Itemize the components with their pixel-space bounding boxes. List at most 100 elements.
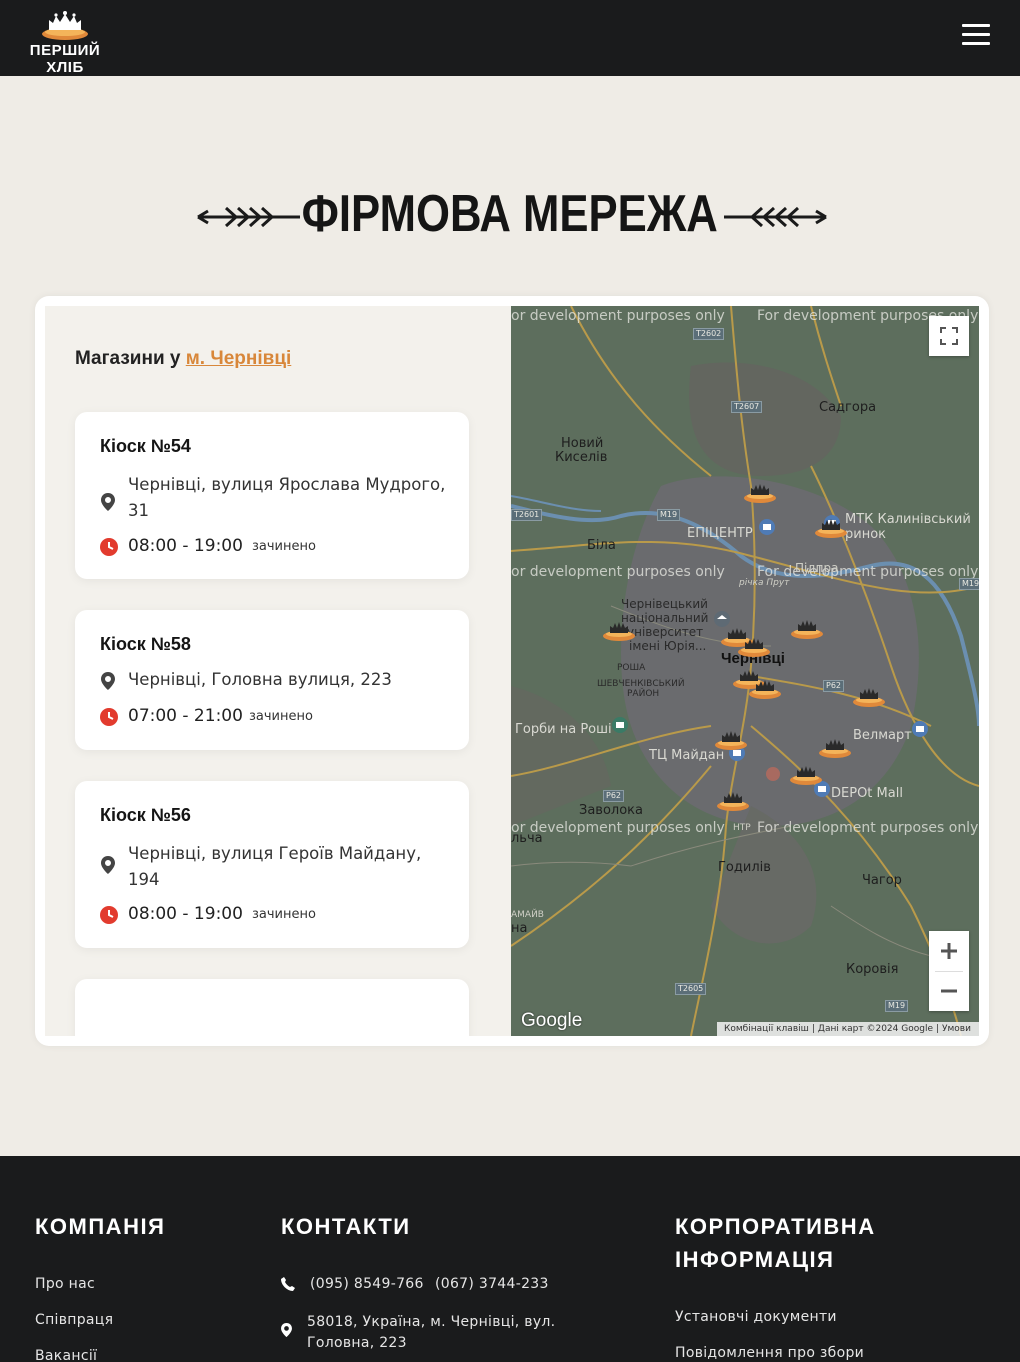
fullscreen-button[interactable]: [929, 316, 969, 356]
bread-basket-marker-icon[interactable]: [737, 636, 771, 658]
fullscreen-icon: [940, 327, 958, 345]
dev-watermark: or development purposes only: [511, 308, 725, 324]
map-label: Киселів: [555, 450, 608, 465]
location-pin-icon: [281, 1323, 292, 1337]
store-status: зачинено: [252, 539, 316, 554]
brand-logo[interactable]: ПЕРШИЙ ХЛІБ: [20, 10, 110, 76]
terms-link[interactable]: Умови: [939, 1024, 974, 1034]
minus-icon: [941, 989, 957, 993]
footer-link-meeting-notice[interactable]: Повідомлення про збори: [675, 1345, 864, 1361]
footer-phone-1[interactable]: (095) 8549-766: [310, 1276, 424, 1292]
map-label: ЕПІЦЕНТР: [687, 526, 753, 541]
footer-phone-2[interactable]: (067) 3744-233: [435, 1276, 549, 1292]
map-label: імені Юрія...: [629, 639, 707, 653]
road-sign: M19: [959, 578, 979, 590]
bread-basket-marker-icon[interactable]: [743, 482, 777, 504]
bread-basket-marker-icon[interactable]: [716, 790, 750, 812]
map-label: МТК Калинівський: [845, 512, 971, 527]
footer-link-vacancies[interactable]: Вакансії: [35, 1348, 97, 1362]
road-sign: T2607: [731, 401, 763, 413]
store-card[interactable]: Кіоск №56 Чернівці, вулиця Героїв Майдан…: [75, 781, 469, 948]
store-card[interactable]: Кіоск №54 Чернівці, вулиця Ярослава Мудр…: [75, 412, 469, 579]
bread-basket-marker-icon[interactable]: [814, 517, 848, 539]
map-label: Горби на Роші: [515, 722, 612, 737]
bread-basket-marker-icon[interactable]: [818, 737, 852, 759]
dev-watermark: or development purposes only: [511, 820, 725, 836]
dev-watermark: For development purposes only: [757, 564, 979, 580]
hamburger-menu-icon[interactable]: [962, 24, 996, 50]
map-label: на: [511, 921, 528, 936]
location-pin-icon: [101, 856, 115, 874]
store-address: Чернівці, Головна вулиця, 223: [128, 670, 392, 689]
bread-basket-marker-icon[interactable]: [714, 729, 748, 751]
logo-text: ПЕРШИЙ ХЛІБ: [29, 42, 101, 76]
footer-link-founding-docs[interactable]: Установчі документи: [675, 1309, 837, 1325]
map-label: річка Прут: [739, 578, 790, 588]
page-title: ФІРМОВА МЕРЕЖА: [301, 185, 719, 243]
shopping-poi-icon: [759, 519, 775, 535]
road-sign: P62: [823, 680, 845, 692]
map-label: Чагор: [862, 873, 902, 888]
dev-watermark: For development purposes only: [757, 820, 979, 836]
map-label: Заволока: [579, 803, 643, 818]
map-label: Садгора: [819, 400, 877, 415]
map-label: ринок: [845, 527, 887, 542]
map-data-credit: Дані карт ©2024 Google: [817, 1024, 933, 1034]
store-address: Чернівці, вулиця Героїв Майдану, 194: [128, 844, 422, 889]
map-label: Годилів: [718, 860, 771, 875]
city-select-link[interactable]: м. Чернівці: [186, 348, 292, 369]
location-pin-icon: [101, 672, 115, 690]
road-sign: T2601: [511, 509, 543, 521]
store-network-card: Магазини у м. Чернівці Кіоск №54 Чернівц…: [35, 296, 989, 1046]
map-label: АМАЙВ: [511, 910, 544, 920]
zoom-out-button[interactable]: [929, 971, 969, 1011]
footer-address: 58018, Україна, м. Чернівці, вул. Головн…: [307, 1314, 556, 1351]
store-name: Кіоск №56: [100, 805, 191, 825]
map-label: Підпра: [795, 561, 839, 575]
bread-basket-marker-icon[interactable]: [852, 686, 886, 708]
top-navbar: ПЕРШИЙ ХЛІБ: [0, 0, 1020, 76]
location-pin-icon: [101, 493, 115, 511]
phone-icon: [281, 1277, 295, 1291]
bread-basket-marker-icon[interactable]: [789, 764, 823, 786]
store-card[interactable]: [75, 979, 469, 1036]
map-label: Чернівецький: [621, 597, 708, 611]
store-name: Кіоск №54: [100, 436, 191, 456]
store-name: Кіоск №58: [100, 634, 191, 654]
road-sign: T2605: [675, 983, 707, 995]
footer-link-partnership[interactable]: Співпраця: [35, 1312, 113, 1328]
bread-basket-marker-icon[interactable]: [748, 678, 782, 700]
bread-basket-marker-icon[interactable]: [602, 620, 636, 642]
clock-icon: [100, 708, 118, 726]
store-hours: 07:00 - 21:00: [128, 706, 243, 726]
cart-poi-icon: [912, 721, 928, 737]
map-label: Новий: [561, 436, 604, 451]
store-status: зачинено: [252, 907, 316, 922]
store-hours: 08:00 - 19:00: [128, 904, 243, 924]
map-label: університет: [627, 625, 704, 639]
road-sign: M19: [657, 509, 681, 521]
bread-basket-logo-icon: [42, 11, 88, 40]
map-label: DEPOt Mall: [831, 786, 903, 801]
store-status: зачинено: [249, 709, 313, 724]
footer-company-heading: КОМПАНІЯ: [35, 1214, 166, 1239]
clock-icon: [100, 906, 118, 924]
store-list-panel[interactable]: Магазини у м. Чернівці Кіоск №54 Чернівц…: [45, 306, 511, 1036]
bread-basket-marker-icon[interactable]: [790, 618, 824, 640]
camera-poi-icon: [612, 717, 628, 733]
clock-icon: [100, 538, 118, 556]
map-label: Велмарт: [853, 728, 912, 743]
keyboard-shortcuts-link[interactable]: Комбінації клавіш: [721, 1024, 812, 1034]
map-label: Біла: [587, 538, 616, 553]
wheat-right-ornament-icon: [724, 206, 827, 228]
map-label: Коровія: [846, 962, 899, 977]
footer-link-about[interactable]: Про нас: [35, 1276, 95, 1292]
store-card[interactable]: Кіоск №58 Чернівці, Головна вулиця, 223 …: [75, 610, 469, 750]
map-label: льча: [511, 831, 543, 846]
dev-watermark: or development purposes only: [511, 564, 725, 580]
store-hours: 08:00 - 19:00: [128, 536, 243, 556]
map-label: РОША: [617, 663, 646, 673]
google-map[interactable]: or development purposes only For develop…: [511, 306, 979, 1036]
road-sign: P62: [603, 790, 625, 802]
zoom-in-button[interactable]: [929, 931, 969, 971]
